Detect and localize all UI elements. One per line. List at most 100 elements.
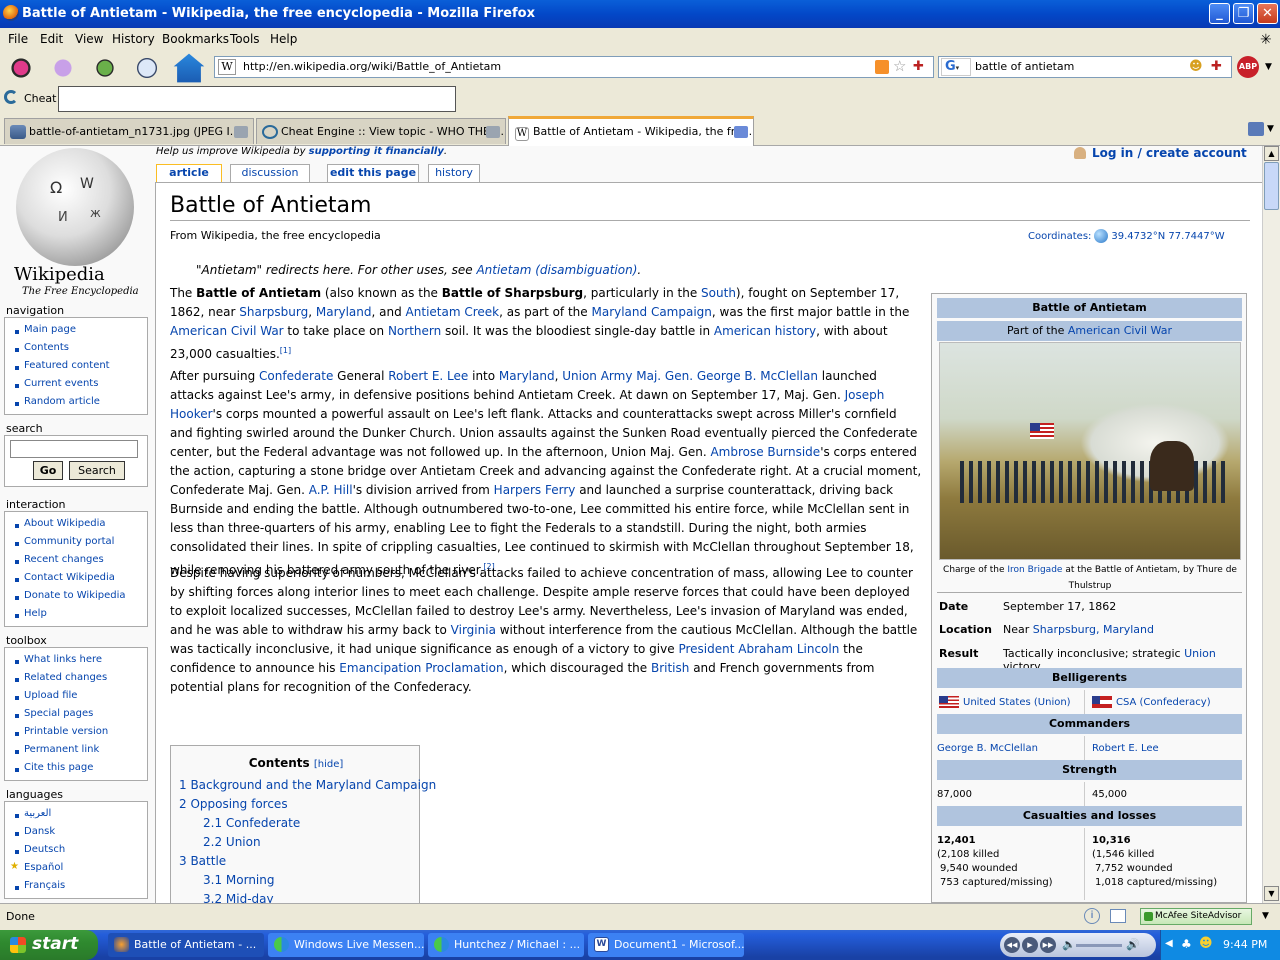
toc-entry[interactable]: 2 Opposing forces <box>179 797 288 811</box>
next-track-icon[interactable]: ▶▶ <box>1040 937 1056 953</box>
interaction-community-portal[interactable]: Community portal <box>5 533 147 551</box>
article-link[interactable]: Maryland Campaign <box>591 305 711 319</box>
interaction-help[interactable]: Help <box>5 605 147 623</box>
tab-antietam-jpeg[interactable]: battle-of-antietam_n1731.jpg (JPEG I... <box>4 118 254 144</box>
mcafee-siteadvisor-button[interactable]: McAfee SiteAdvisor <box>1140 908 1252 925</box>
article-link[interactable]: Union Army <box>562 369 632 383</box>
toolbox-what-links-here[interactable]: What links here <box>5 651 147 669</box>
article-link[interactable]: South <box>701 286 736 300</box>
article-link[interactable]: Virginia <box>451 623 496 637</box>
article-link[interactable]: British <box>651 661 689 675</box>
interaction-donate[interactable]: Donate to Wikipedia <box>5 587 147 605</box>
stop-button[interactable] <box>130 52 164 84</box>
reference-link[interactable]: [1] <box>280 346 291 355</box>
messenger-tray-icon[interactable]: ☻ <box>1199 936 1213 951</box>
task-firefox[interactable]: Battle of Antietam - ... <box>108 933 264 957</box>
article-link[interactable]: Maj. Gen. <box>636 369 693 383</box>
tab-article[interactable]: article <box>156 164 222 182</box>
volume-icon[interactable]: 🔈 <box>1062 938 1076 951</box>
lang-espanol[interactable]: Español <box>5 859 147 877</box>
adblock-plus-icon[interactable]: ABP <box>1237 56 1259 78</box>
mcclellan-link[interactable]: George B. McClellan <box>937 743 1038 754</box>
coordinates-value[interactable]: 39.4732°N 77.7447°W <box>1111 231 1224 242</box>
search-siteadvisor-icon[interactable]: ✚ <box>1211 59 1222 74</box>
toc-entry[interactable]: 3.1 Morning <box>203 873 275 887</box>
lang-deutsch[interactable]: Deutsch <box>5 841 147 859</box>
toc-entry[interactable]: 3.2 Mid-day <box>203 892 274 903</box>
toolbox-cite-this-page[interactable]: Cite this page <box>5 759 147 777</box>
home-button[interactable] <box>173 53 205 83</box>
toc-entry[interactable]: 3 Battle <box>179 854 226 868</box>
tab-history[interactable]: history <box>428 164 480 182</box>
toolbox-special-pages[interactable]: Special pages <box>5 705 147 723</box>
menu-history[interactable]: History <box>112 32 155 46</box>
menu-edit[interactable]: Edit <box>40 32 63 46</box>
start-button[interactable]: start <box>0 930 98 960</box>
battle-painting-image[interactable] <box>939 342 1241 560</box>
go-button[interactable]: Go <box>33 461 63 480</box>
tab-edit-this-page[interactable]: edit this page <box>327 164 419 182</box>
google-search-engine-icon[interactable]: G▾ <box>941 58 971 76</box>
interaction-contact[interactable]: Contact Wikipedia <box>5 569 147 587</box>
article-link[interactable]: Maryland <box>316 305 372 319</box>
article-link[interactable]: President <box>678 642 734 656</box>
article-link[interactable]: Harpers Ferry <box>494 483 576 497</box>
interaction-recent-changes[interactable]: Recent changes <box>5 551 147 569</box>
article-link[interactable]: Maryland <box>499 369 555 383</box>
rss-feed-icon[interactable] <box>875 60 889 74</box>
search-bar[interactable]: G▾ battle of antietam ☻ ✚ <box>938 56 1232 78</box>
menu-tools[interactable]: Tools <box>230 32 260 46</box>
info-icon[interactable]: i <box>1084 908 1100 924</box>
login-link[interactable]: Log in / create account <box>1074 146 1247 160</box>
back-button[interactable] <box>4 52 38 84</box>
search-bar-text[interactable]: battle of antietam <box>975 60 1074 73</box>
toc-entry[interactable]: 2.1 Confederate <box>203 816 300 830</box>
union-link[interactable]: Union <box>1184 647 1216 660</box>
toolbox-upload-file[interactable]: Upload file <box>5 687 147 705</box>
tab-close-icon[interactable] <box>486 126 500 138</box>
tab-list-dropdown-icon[interactable]: ▼ <box>1267 124 1274 134</box>
cheat-toolbar-popup[interactable] <box>58 86 456 112</box>
united-states-link[interactable]: United States (Union) <box>963 697 1071 708</box>
tab-battle-of-antietam[interactable]: W Battle of Antietam - Wikipedia, the fr… <box>508 116 754 146</box>
article-link[interactable]: American history <box>714 324 816 338</box>
nav-current-events[interactable]: Current events <box>5 375 147 393</box>
article-link[interactable]: Ambrose Burnside <box>710 445 820 459</box>
tab-cheat-engine[interactable]: Cheat Engine :: View topic - WHO THE ... <box>256 118 506 144</box>
nav-random-article[interactable]: Random article <box>5 393 147 411</box>
maximize-button[interactable]: ❐ <box>1233 3 1254 24</box>
lee-link[interactable]: Robert E. Lee <box>1092 743 1159 754</box>
users-tray-icon[interactable]: ♣ <box>1181 937 1192 951</box>
lang-dansk[interactable]: Dansk <box>5 823 147 841</box>
toc-entry[interactable]: 2.2 Union <box>203 835 261 849</box>
scrollbar-thumb[interactable] <box>1264 162 1279 210</box>
nav-featured-content[interactable]: Featured content <box>5 357 147 375</box>
scroll-up-arrow-icon[interactable]: ▲ <box>1264 146 1279 161</box>
article-link[interactable]: Confederate <box>259 369 333 383</box>
menu-file[interactable]: File <box>8 32 28 46</box>
article-link[interactable]: Robert E. Lee <box>388 369 468 383</box>
wiki-search-input[interactable] <box>10 440 138 458</box>
iron-brigade-link[interactable]: Iron Brigade <box>1007 565 1062 575</box>
reload-button[interactable] <box>88 52 122 84</box>
tab-close-icon[interactable] <box>734 126 748 138</box>
task-word[interactable]: W Document1 - Microsof... <box>588 933 744 957</box>
scroll-down-arrow-icon[interactable]: ▼ <box>1264 886 1279 901</box>
american-civil-war-link[interactable]: American Civil War <box>1068 324 1172 337</box>
url-bar[interactable]: W http://en.wikipedia.org/wiki/Battle_of… <box>214 56 934 78</box>
minimize-button[interactable]: _ <box>1209 3 1230 24</box>
search-button[interactable]: Search <box>69 461 125 480</box>
close-button[interactable]: ✕ <box>1257 3 1278 24</box>
globe-icon[interactable] <box>1094 229 1109 243</box>
search-addon-icon[interactable]: ☻ <box>1189 59 1203 74</box>
tab-list-icon[interactable] <box>1248 122 1264 136</box>
toolbox-related-changes[interactable]: Related changes <box>5 669 147 687</box>
siteadvisor-icon[interactable]: ✚ <box>913 59 924 74</box>
mcafee-dropdown-icon[interactable]: ▼ <box>1262 911 1269 921</box>
article-link[interactable]: Emancipation Proclamation <box>339 661 503 675</box>
forward-button[interactable] <box>46 52 80 84</box>
task-huntchez[interactable]: Huntchez / Michael : ... <box>428 933 584 957</box>
nav-contents[interactable]: Contents <box>5 339 147 357</box>
disambiguation-link[interactable]: Antietam (disambiguation) <box>476 263 637 277</box>
menu-bookmarks[interactable]: Bookmarks <box>162 32 229 46</box>
